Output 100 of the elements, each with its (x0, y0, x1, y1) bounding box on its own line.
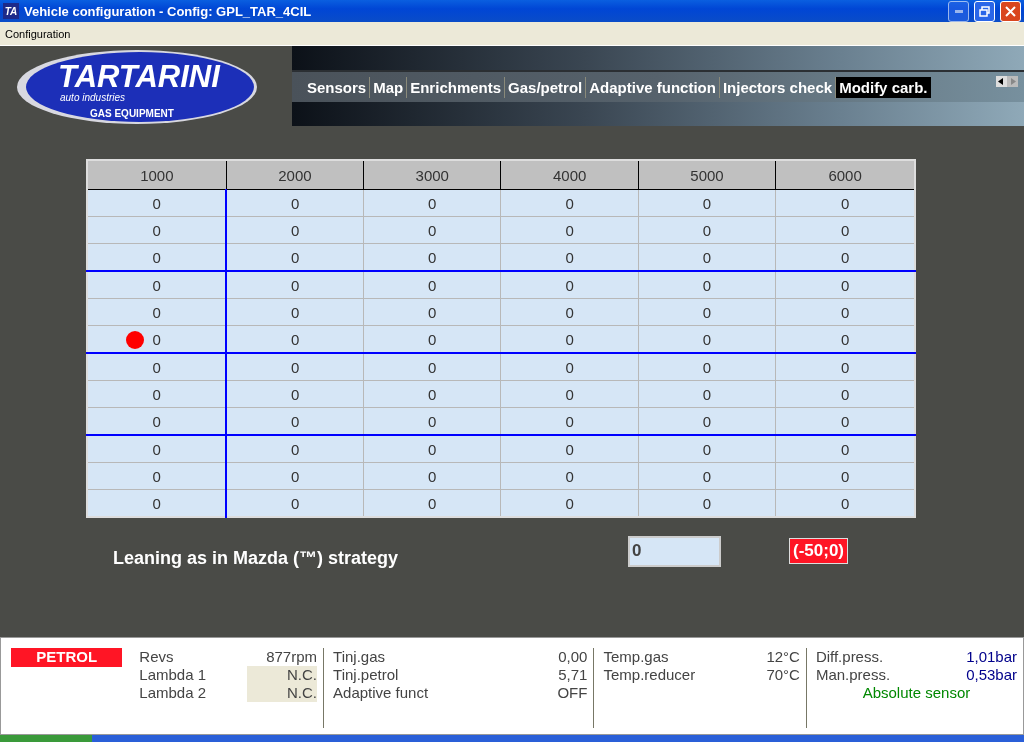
tab[interactable]: Gas/petrol (504, 76, 586, 98)
reading-value: OFF (557, 684, 588, 702)
table-cell[interactable]: 0 (363, 243, 501, 271)
table-cell[interactable]: 0 (226, 298, 364, 326)
column-header: 5000 (638, 160, 776, 190)
table-cell[interactable]: 0 (87, 189, 227, 217)
reading-label: Tinj.petrol (333, 666, 399, 684)
app-icon: TA (3, 3, 19, 19)
table-cell[interactable]: 0 (500, 243, 639, 271)
table-cell[interactable]: 0 (500, 325, 639, 353)
table-cell[interactable]: 0 (363, 271, 501, 299)
table-cell[interactable]: 0 (638, 380, 776, 408)
restore-button[interactable] (974, 0, 995, 22)
close-icon (1005, 5, 1016, 17)
table-cell[interactable]: 0 (226, 380, 364, 408)
table-cell[interactable]: 0 (500, 380, 639, 408)
table-cell[interactable]: 0 (500, 353, 639, 381)
table-cell[interactable]: 0 (226, 243, 364, 271)
table-cell[interactable]: 0 (226, 189, 364, 217)
table-cell[interactable]: 0 (500, 216, 639, 244)
table-cell[interactable]: 0 (775, 298, 915, 326)
table-cell[interactable]: 0 (87, 216, 227, 244)
table-cell[interactable]: 0 (226, 435, 364, 463)
reading-label: Adaptive funct (333, 684, 429, 702)
table-cell[interactable]: 0 (87, 489, 227, 517)
table-cell[interactable]: 0 (226, 271, 364, 299)
tab[interactable]: Modify carb. (835, 76, 931, 98)
table-cell[interactable]: 0 (638, 489, 776, 517)
table-cell[interactable]: 0 (87, 380, 227, 408)
table-cell[interactable]: 0 (500, 435, 639, 463)
table-cell[interactable]: 0 (638, 325, 776, 353)
logo-drawing: TARTARINI auto industries GAS EQUIPMENT (16, 47, 258, 125)
table-cell[interactable]: 0 (363, 489, 501, 517)
table-cell[interactable]: 0 (775, 407, 915, 435)
tab[interactable]: Sensors (304, 76, 370, 98)
tab[interactable]: Enrichments (406, 76, 505, 98)
minimize-button[interactable] (948, 0, 969, 22)
table-cell[interactable]: 0 (226, 407, 364, 435)
reading-value: 5,71 (558, 666, 588, 684)
table-cell[interactable]: 0 (775, 380, 915, 408)
tab[interactable]: Map (369, 76, 407, 98)
table-cell[interactable]: 0 (87, 407, 227, 435)
reading-value: 877rpm (266, 648, 318, 666)
table-cell[interactable]: 0 (363, 325, 501, 353)
table-cell[interactable]: 0 (226, 489, 364, 517)
table-cell[interactable]: 0 (775, 216, 915, 244)
table-cell[interactable]: 0 (87, 462, 227, 490)
reading-label: Lambda 1 (139, 666, 207, 684)
reading-label: Lambda 2 (139, 684, 207, 702)
reading-label: Temp.gas (603, 648, 669, 666)
scroll-left-icon[interactable] (996, 76, 1007, 87)
table-cell[interactable]: 0 (775, 489, 915, 517)
minimize-icon (954, 9, 963, 13)
table-cell[interactable]: 0 (363, 435, 501, 463)
leaning-label: Leaning as in Mazda (™) strategy (113, 547, 400, 569)
table-cell[interactable]: 0 (500, 489, 639, 517)
table-cell[interactable]: 0 (775, 353, 915, 381)
table-cell[interactable]: 0 (775, 243, 915, 271)
close-button[interactable] (1000, 0, 1021, 22)
table-cell[interactable]: 0 (775, 271, 915, 299)
table-cell[interactable]: 0 (87, 435, 227, 463)
tab[interactable]: Adaptive function (585, 76, 719, 98)
table-cell[interactable]: 0 (226, 462, 364, 490)
table-cell[interactable]: 0 (775, 189, 915, 217)
table-cell[interactable]: 0 (363, 462, 501, 490)
table-cell[interactable]: 0 (226, 325, 364, 353)
table-cell[interactable]: 0 (638, 216, 776, 244)
table-cell[interactable]: 0 (363, 189, 501, 217)
table-cell[interactable]: 0 (500, 407, 639, 435)
table-cell[interactable]: 0 (226, 353, 364, 381)
restore-icon (979, 5, 990, 17)
table-cell[interactable]: 0 (363, 353, 501, 381)
menu-item[interactable]: Configuration (5, 27, 71, 40)
table-cell[interactable]: 0 (363, 407, 501, 435)
table-cell[interactable]: 0 (87, 298, 227, 326)
table-cell[interactable]: 0 (500, 189, 639, 217)
leaning-input[interactable]: 0 (628, 535, 721, 567)
table-cell[interactable]: 0 (500, 462, 639, 490)
table-cell[interactable]: 0 (87, 243, 227, 271)
table-cell[interactable]: 0 (363, 216, 501, 244)
reading-label: Man.press. (815, 666, 891, 684)
table-cell[interactable]: 0 (87, 325, 227, 353)
table-cell[interactable]: 0 (363, 380, 501, 408)
table-cell[interactable]: 0 (638, 462, 776, 490)
table-cell[interactable]: 0 (500, 271, 639, 299)
table-cell[interactable]: 0 (87, 271, 227, 299)
table-cell[interactable]: 0 (87, 353, 227, 381)
table-cell[interactable]: 0 (638, 243, 776, 271)
table-cell[interactable]: 0 (638, 271, 776, 299)
table-cell[interactable]: 0 (775, 325, 915, 353)
table-cell[interactable]: 0 (638, 353, 776, 381)
table-cell[interactable]: 0 (500, 298, 639, 326)
table-cell[interactable]: 0 (363, 298, 501, 326)
table-cell[interactable]: 0 (638, 298, 776, 326)
table-cell[interactable]: 0 (638, 407, 776, 435)
table-cell[interactable]: 0 (638, 435, 776, 463)
table-cell[interactable]: 0 (638, 189, 776, 217)
table-cell[interactable]: 0 (226, 216, 364, 244)
table-cell[interactable]: 0 (775, 462, 915, 490)
table-cell[interactable]: 0 (775, 435, 915, 463)
